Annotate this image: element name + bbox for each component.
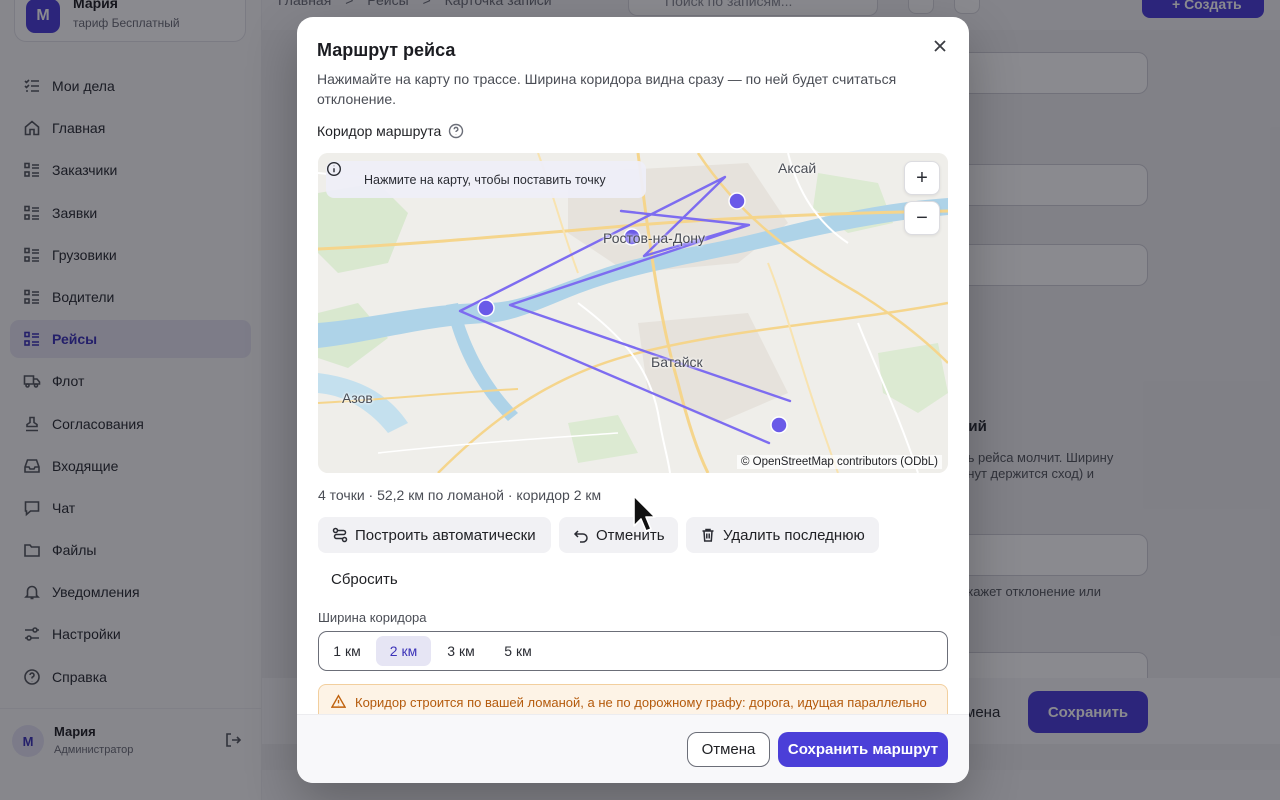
auto-build-label: Построить автоматически <box>355 526 536 544</box>
warning-text: Коридор строится по вашей ломаной, а не … <box>355 695 927 710</box>
route-stats: 4 точки · 52,2 км по ломаной · коридор 2… <box>318 487 602 503</box>
corridor-width-label: Ширина коридора <box>318 610 427 625</box>
route-point <box>770 416 788 434</box>
zoom-in-button[interactable]: + <box>904 161 940 195</box>
map-hint-text: Нажмите на карту, чтобы поставить точку <box>364 172 606 187</box>
route-icon <box>332 527 348 543</box>
map-attribution[interactable]: © OpenStreetMap contributors (ODbL) <box>736 455 942 469</box>
route-point <box>728 192 746 210</box>
undo-icon <box>573 527 589 543</box>
map-city-rostov: Ростов-на-Дону <box>603 230 705 246</box>
width-option-1km[interactable]: 1 км <box>325 636 369 666</box>
route-point <box>477 299 495 317</box>
width-option-5km[interactable]: 5 км <box>494 636 542 666</box>
cancel-button[interactable]: Отмена <box>687 732 770 767</box>
trash-icon <box>700 527 716 543</box>
mouse-cursor <box>633 495 656 532</box>
undo-button[interactable]: Отменить <box>559 517 678 553</box>
width-option-3km[interactable]: 3 км <box>437 636 485 666</box>
zoom-out-button[interactable]: − <box>904 201 940 235</box>
route-map[interactable]: Аксай Ростов-на-Дону Батайск Азов Нажмит… <box>318 153 948 473</box>
map-tiles <box>318 153 948 473</box>
delete-last-button[interactable]: Удалить последнюю <box>686 517 879 553</box>
corridor-width-selector: 1 км 2 км 3 км 5 км <box>318 631 948 671</box>
corridor-label: Коридор маршрута <box>317 123 464 139</box>
map-city-azov: Азов <box>342 390 373 406</box>
close-icon[interactable] <box>929 35 951 57</box>
map-hint: Нажмите на карту, чтобы поставить точку <box>326 161 646 198</box>
save-route-button[interactable]: Сохранить маршрут <box>778 732 948 767</box>
delete-last-label: Удалить последнюю <box>723 526 865 544</box>
map-city-aksay: Аксай <box>778 160 817 176</box>
modal-description: Нажимайте на карту по трассе. Ширина кор… <box>317 71 897 107</box>
info-icon <box>326 161 355 188</box>
reset-button[interactable]: Сбросить <box>331 571 398 588</box>
route-modal: Маршрут рейса Нажимайте на карту по трас… <box>297 17 969 783</box>
warning-icon <box>330 694 347 709</box>
auto-build-button[interactable]: Построить автоматически <box>318 517 551 553</box>
corridor-label-text: Коридор маршрута <box>317 123 442 139</box>
modal-title: Маршрут рейса <box>317 40 456 60</box>
help-icon[interactable] <box>448 123 464 139</box>
map-city-bataysk: Батайск <box>651 354 703 370</box>
width-option-2km[interactable]: 2 км <box>376 636 431 666</box>
